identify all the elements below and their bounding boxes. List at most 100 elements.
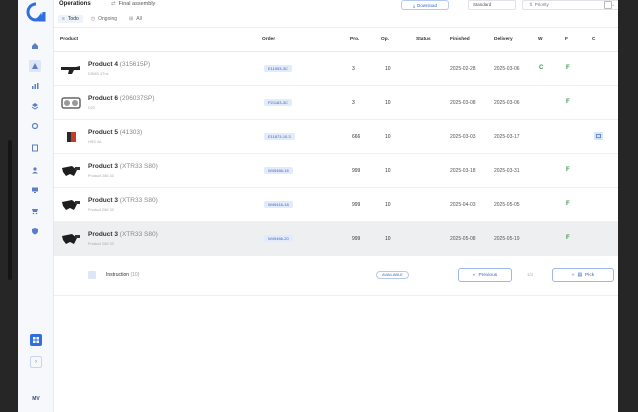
table-header: Product Order Pro. Op. Status Finished D… [54,28,618,52]
table-row[interactable]: Product 3 (XTR33 S80) Product 286 33 W4941… [54,188,618,222]
shield-icon[interactable] [29,225,41,237]
order-badge[interactable]: W49416-18 [264,201,293,208]
chevron-right-icon: › [35,359,37,365]
pick-button[interactable]: » ▤ Pick [552,268,614,282]
product-name-text: Product 6 [88,95,118,102]
product-name: Product 4 (315615P) [88,61,150,68]
delivery-date: 2025-03-06 [494,100,520,106]
tab-todo[interactable]: ≡ Todo [58,15,83,23]
window-icon[interactable] [604,1,612,9]
pro-value: 3 [352,66,355,72]
priority-label: Priority [534,2,549,7]
product-subtitle: Product 286 33 [88,174,114,178]
col-w[interactable]: W [538,37,543,42]
order-badge[interactable]: W49466-16 [264,167,293,174]
document-icon[interactable] [29,142,41,154]
col-finished[interactable]: Finished [450,37,470,42]
table-row[interactable]: Product 4 (315615P) DSMS 4Tnx E11093-3C 3 10… [54,52,618,86]
apps-grid-button[interactable] [30,334,42,346]
col-pro[interactable]: Pro. [350,37,359,42]
product-thumbnail [60,96,82,110]
expand-sidebar-button[interactable]: › [30,356,42,368]
product-subtitle: Product 286 33 [88,242,114,246]
delivery-date: 2025-05-05 [494,202,520,208]
order-badge[interactable]: W49466-20 [264,235,293,242]
instruction-label[interactable]: Instruction (10) [106,272,139,278]
finished-date: 2025-03-03 [450,134,476,140]
product-thumbnail [60,198,82,212]
previous-button[interactable]: «Previous [458,268,512,282]
pro-value: 666 [352,134,361,140]
product-code: (XTR33 S80) [119,163,158,170]
monitor-icon[interactable] [29,184,41,196]
product-code: (206037SP) [119,95,155,102]
cart-icon[interactable] [29,205,41,217]
sidebar: › MV [18,0,54,412]
status-badge: AVAILABLE [376,271,409,279]
col-c[interactable]: C [592,37,595,42]
operations-table: Product Order Pro. Op. Status Finished D… [54,28,618,296]
previous-label: Previous [478,272,498,278]
page-indicator: 1/1 [527,272,534,277]
col-order[interactable]: Order [262,37,275,42]
dashboard-icon[interactable] [29,60,41,72]
f-flag: F [566,235,570,241]
product-name-text: Product 5 [88,129,118,136]
table-row[interactable]: Product 3 (XTR33 S80) Product 286 33 W4946… [54,222,618,256]
product-name-text: Product 4 [88,61,118,68]
table-row[interactable]: Product 6 (206037SP) D20 P21183-3C 3 10 2025-… [54,86,618,120]
order-badge[interactable]: E11093-3C [264,65,292,72]
instruction-icon [88,271,96,279]
tab-label: Todo [67,16,79,22]
delivery-date: 2025-03-31 [494,168,520,174]
subtitle-text: Final assembly [118,1,156,7]
chart-icon[interactable] [29,80,41,92]
delivery-date: 2025-05-19 [494,236,520,242]
user-avatar[interactable]: MV [28,396,44,402]
tab-all[interactable]: ⊞ All [125,15,146,23]
order-badge[interactable]: P21183-3C [264,99,292,106]
pick-icon: ▤ [577,272,583,278]
home-icon[interactable] [29,40,41,52]
instruction-count: (10) [130,272,140,278]
col-op[interactable]: Op. [381,37,389,42]
table-row[interactable]: Product 5 (41303) HSS 4A E11873-10.3 666 10 2… [54,120,618,154]
table-row[interactable]: Product 3 (XTR33 S80) Product 286 33 W4946… [54,154,618,188]
product-name-text: Product 3 [88,231,118,238]
product-name: Product 3 (XTR33 S80) [88,163,158,170]
standard-select[interactable]: Standard [468,0,516,10]
table-body: Product 4 (315615P) DSMS 4Tnx E11093-3C 3 10… [54,52,618,256]
product-code: (XTR33 S80) [119,197,158,204]
op-value: 10 [385,236,391,242]
product-name: Product 3 (XTR33 S80) [88,197,158,204]
order-badge[interactable]: E11873-10.3 [264,133,295,140]
arrows-icon: ⇄ [111,1,116,7]
layers-icon[interactable] [29,100,41,112]
product-subtitle: D20 [88,106,95,110]
product-subtitle: DSMS 4Tnx [88,72,109,76]
download-button[interactable]: ⤓ Download [401,0,449,10]
comment-icon[interactable] [594,132,603,140]
w-flag: C [539,65,544,71]
grid-icon: ⊞ [129,16,134,22]
finished-date: 2025-03-08 [450,100,476,106]
finished-date: 2025-04-03 [450,202,476,208]
op-value: 10 [385,168,391,174]
f-flag: F [566,65,570,71]
finished-date: 2025-05-08 [450,236,476,242]
f-flag: F [566,167,570,173]
pro-value: 999 [352,168,361,174]
chevrons-right-icon: » [571,272,575,278]
product-code: (41303) [119,129,143,136]
settings-icon[interactable] [29,120,41,132]
tab-ongoing[interactable]: ◷ Ongoing [87,15,121,23]
col-product[interactable]: Product [60,37,78,42]
product-thumbnail [60,232,82,246]
user-icon[interactable] [29,164,41,176]
tab-bar: ≡ Todo ◷ Ongoing ⊞ All [58,15,146,23]
col-delivery[interactable]: Delivery [494,37,513,42]
col-status[interactable]: Status [416,37,431,42]
col-f[interactable]: F [565,37,568,42]
app-logo[interactable] [26,2,46,22]
page-subtitle: ⇄ Final assembly [111,1,155,7]
